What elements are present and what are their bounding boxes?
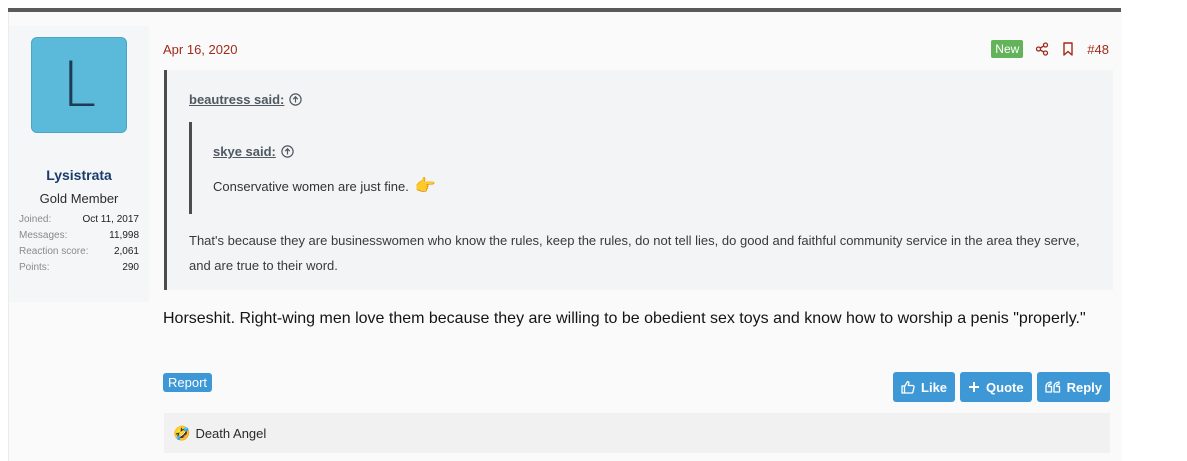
reaction-users[interactable]: Death Angel xyxy=(195,426,266,441)
share-icon[interactable] xyxy=(1035,41,1049,57)
up-arrow-circle-icon[interactable] xyxy=(281,145,294,158)
new-badge: New xyxy=(991,40,1024,58)
stat-label: Reaction score: xyxy=(19,246,89,257)
post-number[interactable]: #48 xyxy=(1087,42,1109,57)
like-button[interactable]: Like xyxy=(893,372,956,402)
post: L Lysistrata Gold Member Joined: Oct 11, … xyxy=(8,12,1122,461)
stat-label: Messages: xyxy=(19,230,68,241)
nested-quote-body: Conservative women are just fine. xyxy=(213,178,409,194)
thumbs-up-icon xyxy=(901,380,915,394)
user-stats: Joined: Oct 11, 2017 Messages: 11,998 Reac… xyxy=(19,212,139,276)
reaction-summary[interactable]: 🤣 Death Angel xyxy=(173,425,266,442)
stat-points: Points: 290 xyxy=(19,260,139,276)
quote-author[interactable]: beautress said: xyxy=(189,92,284,107)
post-body: Horseshit. Right-wing men love them beca… xyxy=(163,310,1086,327)
stat-value: 2,061 xyxy=(113,246,139,257)
avatar[interactable]: L xyxy=(31,37,127,133)
reply-label: Reply xyxy=(1066,379,1102,395)
stat-label: Joined: xyxy=(19,214,52,225)
quote-block: beautress said: skye said: Conservative … xyxy=(164,70,1113,290)
quote-button[interactable]: Quote xyxy=(960,372,1032,402)
stat-value[interactable]: 11,998 xyxy=(109,228,139,244)
up-arrow-circle-icon[interactable] xyxy=(289,93,303,106)
stat-value: Oct 11, 2017 xyxy=(82,214,139,225)
nested-quote-text: Conservative women are just fine. 👉 xyxy=(213,176,436,196)
report-button[interactable]: Report xyxy=(163,373,213,392)
quote-marks-icon xyxy=(1044,381,1060,393)
stat-label: Points: xyxy=(19,262,50,273)
stat-value[interactable]: 290 xyxy=(122,260,139,276)
stat-joined: Joined: Oct 11, 2017 xyxy=(19,212,139,228)
post-buttons: Like Quote Reply xyxy=(893,372,1110,402)
like-label: Like xyxy=(921,379,948,395)
pointing-hand-emoji-icon: 👉 xyxy=(414,176,436,195)
nested-quote-attribution[interactable]: skye said: xyxy=(213,144,294,159)
stat-messages: Messages: 11,998 xyxy=(19,228,139,244)
nested-quote-block: skye said: Conservative women are just f… xyxy=(189,122,1092,214)
quote-text: That's because they are businesswomen wh… xyxy=(189,233,1080,273)
quote-label: Quote xyxy=(986,379,1024,395)
laughing-emoji-icon: 🤣 xyxy=(173,424,191,441)
reactions-bar: 🤣 Death Angel xyxy=(164,413,1110,453)
stat-reaction-score: Reaction score: 2,061 xyxy=(19,244,139,260)
plus-icon xyxy=(969,382,980,392)
username[interactable]: Lysistrata xyxy=(9,167,149,183)
user-title: Gold Member xyxy=(39,191,119,206)
bookmark-icon[interactable] xyxy=(1061,41,1075,57)
reply-button[interactable]: Reply xyxy=(1036,372,1110,402)
nested-quote-author[interactable]: skye said: xyxy=(213,144,276,159)
user-panel: L Lysistrata Gold Member Joined: Oct 11, … xyxy=(9,26,149,302)
post-date[interactable]: Apr 16, 2020 xyxy=(163,42,237,57)
avatar-letter: L xyxy=(61,48,97,121)
post-actions: New #48 xyxy=(991,40,1109,58)
quote-attribution[interactable]: beautress said: xyxy=(189,92,303,107)
